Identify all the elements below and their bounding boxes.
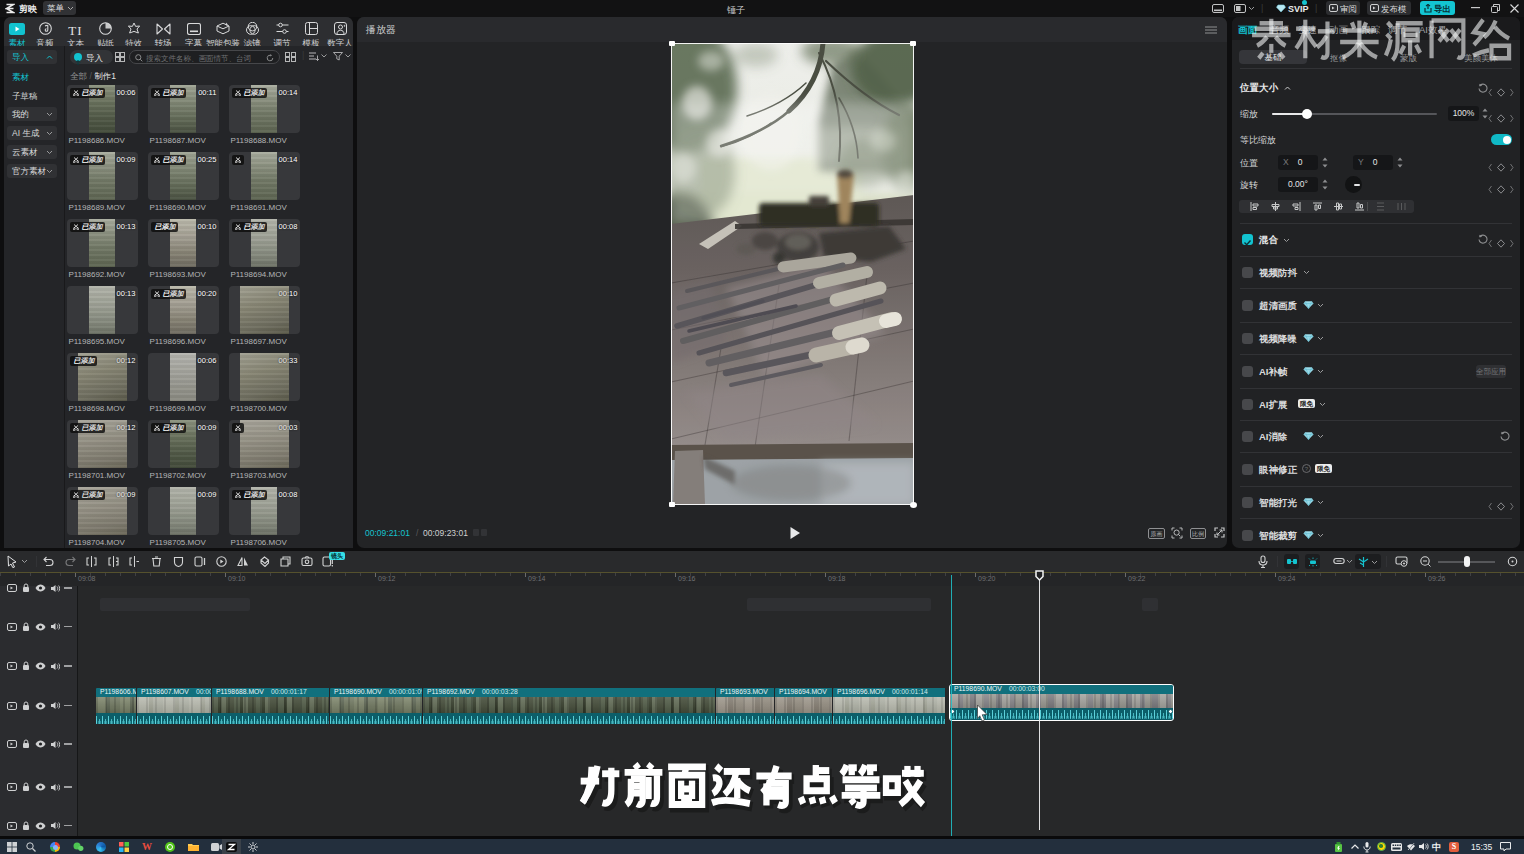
svg-text:?: ? bbox=[1305, 466, 1309, 472]
